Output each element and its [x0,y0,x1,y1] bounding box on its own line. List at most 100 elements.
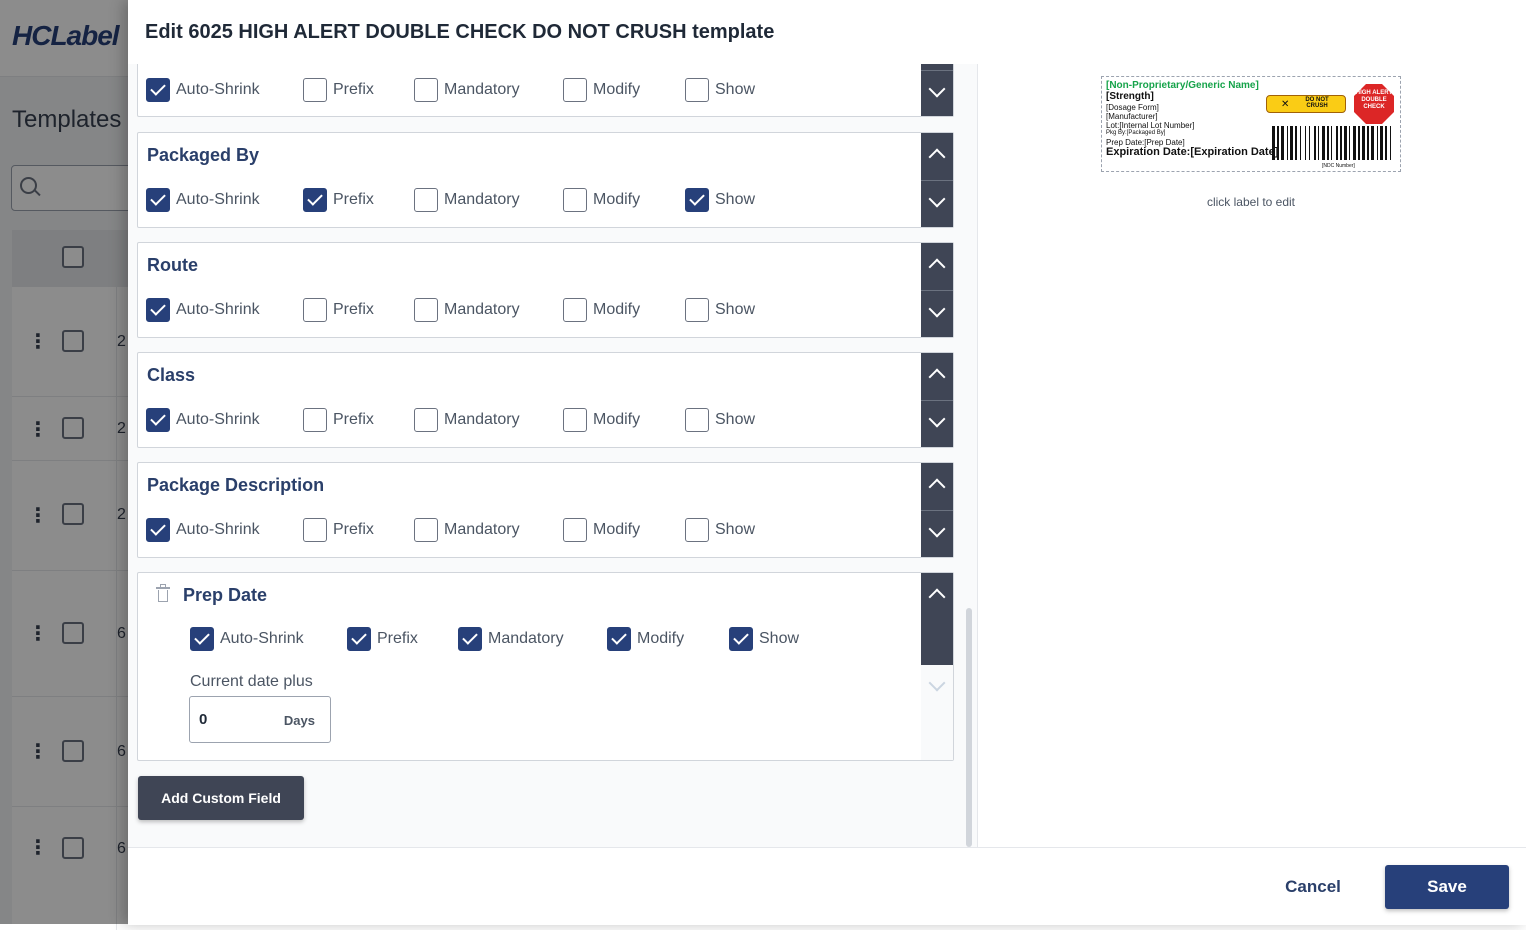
auto-shrink-checkbox[interactable] [146,408,170,432]
modify-checkbox[interactable] [563,408,587,432]
prefix-checkbox[interactable] [303,78,327,102]
prefix-checkbox[interactable] [303,518,327,542]
barcode-bar [1390,126,1391,160]
barcode-bar [1380,126,1383,160]
prefix-checkbox[interactable] [303,298,327,322]
label-expiration: Expiration Date:[Expiration Date] [1106,146,1279,158]
cancel-button[interactable]: Cancel [1273,868,1353,906]
auto-shrink-checkbox[interactable] [190,627,214,651]
mandatory-checkbox[interactable] [414,78,438,102]
modify-checkbox[interactable] [563,188,587,212]
date-offset-input[interactable]: 0 Days [189,696,331,743]
prefix-checkbox[interactable] [303,408,327,432]
show-checkbox[interactable] [685,188,709,212]
date-offset-unit: Days [283,713,315,728]
barcode-bar [1277,126,1279,160]
barcode-bar [1336,126,1338,160]
mandatory-checkbox[interactable] [414,298,438,322]
field-card-route: Route Auto-Shrink Prefix Mandatory Modif… [137,242,954,338]
option-label: Prefix [333,301,374,318]
barcode-bar [1344,126,1347,160]
move-down-button[interactable] [921,290,953,337]
add-custom-field-button[interactable]: Add Custom Field [138,776,304,820]
barcode-bar [1305,126,1306,160]
move-down-button[interactable] [921,70,953,117]
field-card-class: Class Auto-Shrink Prefix Mandatory Modif… [137,352,954,448]
modify-checkbox[interactable] [563,298,587,322]
barcode-bar [1281,126,1284,160]
move-down-button[interactable] [921,400,953,447]
modify-checkbox[interactable] [563,78,587,102]
option-label: Mandatory [488,630,564,647]
field-settings-pane[interactable]: Auto-Shrink Prefix Mandatory Modify Show… [128,64,978,847]
mandatory-checkbox[interactable] [458,627,482,651]
show-checkbox[interactable] [729,627,753,651]
option-label: Modify [593,411,641,428]
option-label: Modify [593,301,641,318]
auto-shrink-checkbox[interactable] [146,298,170,322]
move-up-button[interactable] [921,573,953,665]
barcode-bar [1340,126,1342,160]
date-offset-value[interactable]: 0 [199,711,207,728]
mandatory-checkbox[interactable] [414,408,438,432]
option-label: Auto-Shrink [176,81,260,98]
high-alert-text: HIGH ALERT DOUBLE CHECK [1355,90,1393,110]
barcode-icon [1272,126,1391,160]
edit-template-dialog: Edit 6025 HIGH ALERT DOUBLE CHECK DO NOT… [128,0,1526,925]
field-title: Prep Date [183,585,268,605]
barcode-bar [1358,126,1360,160]
barcode-bar [1300,126,1301,160]
label-preview[interactable]: [Non-Proprietary/Generic Name] [Strength… [1101,76,1401,172]
show-checkbox[interactable] [685,408,709,432]
reorder-rail [921,573,953,760]
field-card: Auto-Shrink Prefix Mandatory Modify Show [137,64,954,117]
option-label: Mandatory [444,301,520,318]
option-label: Show [715,191,756,208]
barcode-bar [1322,126,1325,160]
option-label: Auto-Shrink [176,301,260,318]
show-checkbox[interactable] [685,298,709,322]
option-label: Show [715,411,756,428]
option-label: Mandatory [444,191,520,208]
field-title: Class [147,365,196,385]
prefix-checkbox[interactable] [347,627,371,651]
scrollbar-thumb[interactable] [966,608,972,847]
move-up-button[interactable] [921,243,953,289]
move-up-button[interactable] [921,353,953,399]
show-checkbox[interactable] [685,78,709,102]
move-down-button[interactable] [921,510,953,557]
auto-shrink-checkbox[interactable] [146,188,170,212]
trash-icon[interactable] [156,584,170,603]
prefix-checkbox[interactable] [303,188,327,212]
option-label: Prefix [377,630,418,647]
dialog-footer: Cancel Save [128,847,1526,925]
do-not-crush-text: DO NOT CRUSH [1305,97,1329,109]
option-label: Prefix [333,521,374,538]
dialog-header: Edit 6025 HIGH ALERT DOUBLE CHECK DO NOT… [128,0,1526,65]
move-up-button[interactable] [921,463,953,509]
option-label: Prefix [333,81,374,98]
mandatory-checkbox[interactable] [414,188,438,212]
barcode-bar [1290,126,1293,160]
option-label: Show [715,301,756,318]
dialog-title: Edit 6025 HIGH ALERT DOUBLE CHECK DO NOT… [145,21,775,43]
move-up-button[interactable] [921,133,953,179]
label-strength: [Strength] [1106,91,1154,102]
auto-shrink-checkbox[interactable] [146,518,170,542]
do-not-crush-badge: ✕ DO NOT CRUSH [1266,95,1346,113]
show-checkbox[interactable] [685,518,709,542]
save-button[interactable]: Save [1385,865,1509,909]
label-lot: Lot:[Internal Lot Number] [1106,121,1195,130]
option-label: Modify [593,521,641,538]
barcode-bar [1318,126,1319,160]
move-down-button[interactable] [921,180,953,227]
barcode-bar [1362,126,1365,160]
modify-checkbox[interactable] [607,627,631,651]
reorder-rail [921,243,953,337]
option-label: Auto-Shrink [176,521,260,538]
field-title: Packaged By [147,145,260,165]
option-label: Auto-Shrink [220,630,304,647]
modify-checkbox[interactable] [563,518,587,542]
auto-shrink-checkbox[interactable] [146,78,170,102]
mandatory-checkbox[interactable] [414,518,438,542]
